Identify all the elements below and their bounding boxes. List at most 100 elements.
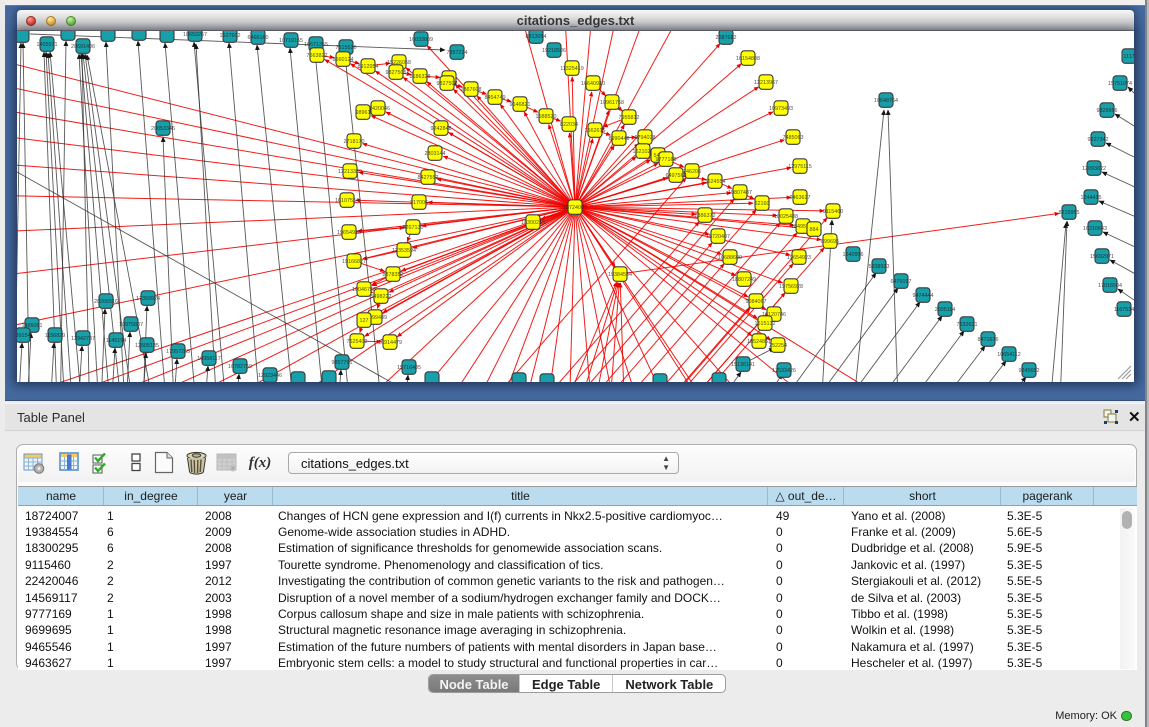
svg-text:16914479: 16914479 <box>378 340 402 346</box>
svg-text:10046766: 10046766 <box>352 287 376 293</box>
svg-text:2087682: 2087682 <box>716 35 737 41</box>
svg-text:19166827: 19166827 <box>342 259 366 265</box>
svg-text:10653267: 10653267 <box>183 32 207 38</box>
svg-text:19756928: 19756928 <box>779 284 803 290</box>
svg-text:12942737: 12942737 <box>71 336 95 342</box>
svg-text:9777169: 9777169 <box>656 157 677 163</box>
svg-text:12975115: 12975115 <box>788 164 812 170</box>
svg-text:10973493: 10973493 <box>769 106 793 112</box>
svg-text:1244415: 1244415 <box>1081 195 1102 201</box>
svg-text:2718170: 2718170 <box>344 139 365 145</box>
svg-text:9463627: 9463627 <box>790 195 811 201</box>
svg-text:12353594: 12353594 <box>392 248 416 254</box>
svg-text:10025488: 10025488 <box>774 214 798 220</box>
svg-text:1405571: 1405571 <box>37 42 58 48</box>
svg-text:5938923: 5938923 <box>869 264 890 270</box>
svg-text:1527602: 1527602 <box>220 33 241 39</box>
svg-text:6497568: 6497568 <box>666 173 687 179</box>
svg-text:7625402: 7625402 <box>347 339 368 345</box>
svg-text:15136141: 15136141 <box>731 362 755 368</box>
svg-text:1588520: 1588520 <box>536 114 557 120</box>
svg-text:17359924: 17359924 <box>136 296 160 302</box>
svg-text:1615132: 1615132 <box>755 321 776 327</box>
svg-text:7632621: 7632621 <box>957 322 978 328</box>
svg-text:7886372: 7886372 <box>695 213 716 219</box>
svg-text:18724007: 18724007 <box>563 205 587 211</box>
svg-text:1156829: 1156829 <box>45 333 66 339</box>
svg-text:10958117: 10958117 <box>197 356 221 362</box>
svg-text:1621022: 1621022 <box>633 149 654 155</box>
svg-text:9329966: 9329966 <box>1097 108 1118 114</box>
svg-text:8186328: 8186328 <box>410 74 431 80</box>
svg-text:15692971: 15692971 <box>1090 254 1114 260</box>
svg-text:9474444: 9474444 <box>913 293 934 299</box>
svg-text:8454749: 8454749 <box>485 95 506 101</box>
svg-text:18300215: 18300215 <box>521 220 545 226</box>
svg-text:20206516: 20206516 <box>94 299 118 305</box>
svg-text:8912954: 8912954 <box>358 64 379 70</box>
svg-text:899695: 899695 <box>821 239 839 245</box>
svg-text:19654925: 19654925 <box>337 230 361 236</box>
svg-text:9146821: 9146821 <box>510 102 531 108</box>
svg-text:16033809: 16033809 <box>409 37 433 43</box>
svg-text:12093822: 12093822 <box>1082 166 1106 172</box>
svg-text:8267130: 8267130 <box>403 225 424 231</box>
svg-text:11325419: 11325419 <box>560 66 584 72</box>
svg-text:15720407: 15720407 <box>706 234 730 240</box>
svg-text:18807249: 18807249 <box>732 277 756 283</box>
svg-text:7663822: 7663822 <box>307 53 328 59</box>
svg-text:8215955: 8215955 <box>1059 210 1080 216</box>
svg-text:10807487: 10807487 <box>728 190 752 196</box>
svg-text:317006: 317006 <box>410 200 428 206</box>
svg-text:2803144: 2803144 <box>425 151 446 157</box>
svg-text:7357224: 7357224 <box>447 50 468 56</box>
svg-text:20691406: 20691406 <box>71 44 95 50</box>
svg-text:10654112: 10654112 <box>997 352 1021 358</box>
svg-text:18524851: 18524851 <box>747 339 771 345</box>
svg-text:9084067: 9084067 <box>746 299 767 305</box>
svg-text:1640956: 1640956 <box>843 252 864 258</box>
svg-text:8660124: 8660124 <box>333 57 354 63</box>
svg-text:39154: 39154 <box>17 333 31 339</box>
svg-text:9242848: 9242848 <box>431 126 452 132</box>
svg-text:16210643: 16210643 <box>1083 226 1107 232</box>
svg-text:10688609: 10688609 <box>718 255 742 261</box>
svg-text:1117: 1117 <box>1123 54 1134 60</box>
svg-text:127: 127 <box>360 318 369 324</box>
svg-text:12213389: 12213389 <box>338 169 362 175</box>
svg-text:15716485: 15716485 <box>397 365 421 371</box>
svg-text:1145194: 1145194 <box>106 338 127 344</box>
svg-text:9857791: 9857791 <box>332 360 353 366</box>
svg-text:19218506: 19218506 <box>542 48 566 54</box>
svg-text:5498222: 5498222 <box>371 294 392 300</box>
svg-text:7485063: 7485063 <box>783 135 804 141</box>
svg-text:16671355: 16671355 <box>304 42 328 48</box>
svg-text:1562615: 1562615 <box>585 128 606 134</box>
svg-text:2935114: 2935114 <box>935 307 956 313</box>
svg-text:9245652: 9245652 <box>1019 368 1040 374</box>
svg-text:822034: 822034 <box>560 122 578 128</box>
svg-text:1167534: 1167534 <box>1114 307 1134 313</box>
svg-text:12213967: 12213967 <box>754 80 778 86</box>
svg-text:9327505: 9327505 <box>386 70 407 76</box>
svg-text:8471676: 8471676 <box>978 337 999 343</box>
svg-text:16640910: 16640910 <box>581 81 605 87</box>
svg-text:7515526: 7515526 <box>336 45 357 51</box>
svg-text:16107554: 16107554 <box>335 198 359 204</box>
svg-text:12505135: 12505135 <box>135 343 159 349</box>
svg-text:17016504: 17016504 <box>1098 283 1122 289</box>
svg-text:10975887: 10975887 <box>119 322 143 328</box>
svg-text:7955812: 7955812 <box>619 115 640 121</box>
svg-text:20053346: 20053346 <box>151 126 175 132</box>
svg-text:16782759: 16782759 <box>228 364 252 370</box>
svg-text:12923446: 12923446 <box>258 373 282 379</box>
svg-text:17957255: 17957255 <box>166 349 190 355</box>
svg-text:f(x): f(x) <box>249 455 272 471</box>
svg-text:8813054: 8813054 <box>526 34 547 40</box>
svg-text:8878352: 8878352 <box>383 272 404 278</box>
svg-text:10719155: 10719155 <box>279 38 303 44</box>
svg-text:10648764: 10648764 <box>874 98 898 104</box>
svg-text:19384554: 19384554 <box>608 272 632 278</box>
svg-text:9227342: 9227342 <box>1088 137 1109 143</box>
svg-text:15751074: 15751074 <box>1108 81 1132 87</box>
